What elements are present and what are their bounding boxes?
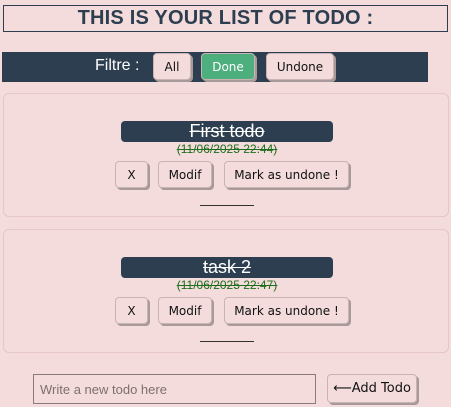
toggle-done-button[interactable]: Mark as undone ! (224, 161, 349, 188)
todo-card: task 2 (11/06/2025 22:47) X Modif Mark a… (3, 229, 449, 353)
filter-all-button[interactable]: All (153, 53, 191, 80)
filter-label: Filtre : (95, 57, 140, 74)
todo-title: task 2 (121, 257, 333, 278)
todo-date: (11/06/2025 22:47) (176, 278, 278, 292)
new-todo-input[interactable] (33, 374, 316, 404)
todo-card: First todo (11/06/2025 22:44) X Modif Ma… (3, 93, 449, 217)
filter-undone-button[interactable]: Undone (266, 53, 334, 80)
delete-todo-button[interactable]: X (115, 161, 148, 188)
page-title-text: THIS IS YOUR LIST OF TODO : (77, 7, 374, 29)
add-todo-button[interactable]: ⟵Add Todo (327, 374, 417, 403)
filter-bar: Filtre : All Done Undone (2, 52, 428, 82)
toggle-done-button[interactable]: Mark as undone ! (224, 297, 349, 324)
todo-app: THIS IS YOUR LIST OF TODO : Filtre : All… (0, 0, 451, 407)
edit-todo-button[interactable]: Modif (158, 161, 212, 188)
delete-todo-button[interactable]: X (115, 297, 148, 324)
todo-title: First todo (121, 121, 333, 142)
filter-done-button[interactable]: Done (201, 53, 255, 80)
todo-date: (11/06/2025 22:44) (176, 142, 278, 156)
card-divider (200, 205, 254, 206)
page-title: THIS IS YOUR LIST OF TODO : (3, 5, 448, 32)
card-divider (200, 341, 254, 342)
edit-todo-button[interactable]: Modif (158, 297, 212, 324)
